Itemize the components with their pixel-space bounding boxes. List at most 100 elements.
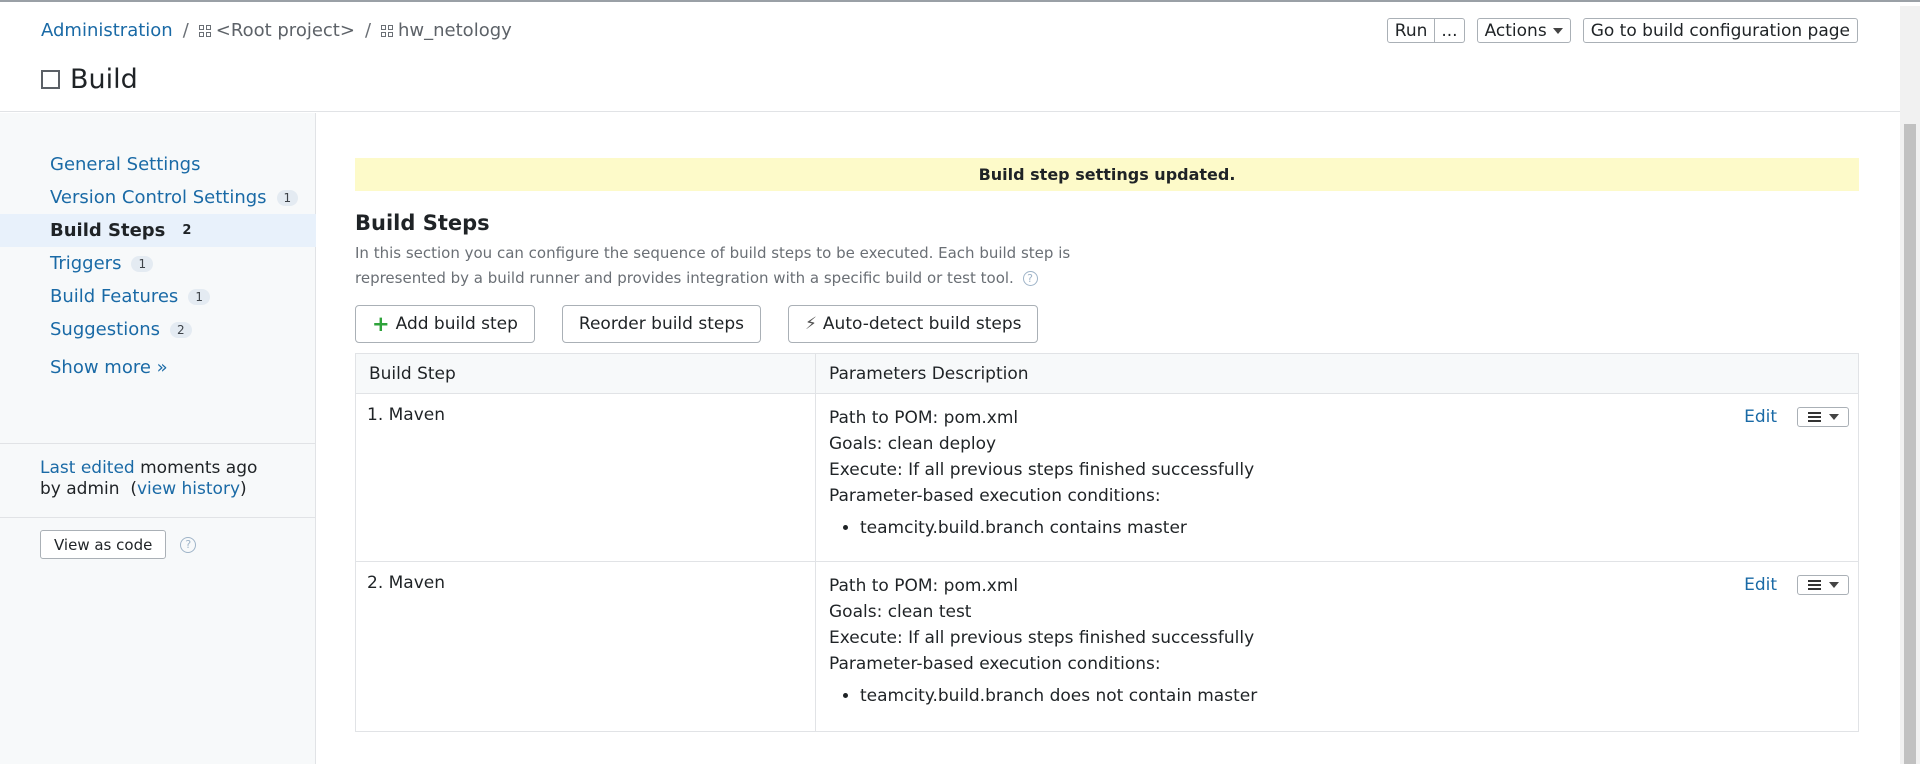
project-icon [198, 24, 211, 37]
reorder-build-steps-button[interactable]: Reorder build steps [561, 305, 761, 343]
add-build-step-label: Add build step [395, 314, 518, 334]
sidebar-divider [0, 443, 316, 444]
param-execute: Execute: If all previous steps finished … [829, 460, 1255, 480]
last-edited-info: Last edited moments ago by admin (view h… [40, 458, 257, 500]
section-title: Build Steps [355, 211, 490, 235]
last-edited-time: moments ago [140, 458, 258, 478]
sidebar-divider [0, 517, 316, 518]
auto-detect-build-steps-button[interactable]: ⚡ Auto-detect build steps [787, 305, 1039, 343]
sidebar-item-label: Build Features [50, 286, 179, 307]
param-pom: Path to POM: pom.xml [829, 576, 1019, 596]
chevron-down-icon [1552, 27, 1563, 34]
breadcrumb-root-project[interactable]: <Root project> [198, 20, 355, 41]
row-actions: Edit [1744, 404, 1849, 430]
param-execute: Execute: If all previous steps finished … [829, 628, 1255, 648]
breadcrumb-administration[interactable]: Administration [41, 20, 173, 41]
help-icon[interactable]: ? [180, 536, 197, 553]
sidebar-item-label: Suggestions [50, 319, 160, 340]
help-icon[interactable]: ? [1022, 271, 1038, 286]
build-steps-table: Build Step Parameters Description 1. Mav… [355, 353, 1859, 732]
edit-link[interactable]: Edit [1744, 572, 1777, 598]
row-actions: Edit [1744, 572, 1849, 598]
sidebar-item-triggers[interactable]: Triggers 1 [0, 247, 316, 280]
row-menu-button[interactable] [1797, 407, 1849, 427]
build-step-name: 1. Maven [355, 393, 816, 562]
view-history-open-paren: ( [130, 479, 137, 499]
breadcrumb-root-label: <Root project> [215, 20, 355, 41]
sidebar-item-build-steps[interactable]: Build Steps 2 [0, 214, 316, 247]
scrollbar-thumb[interactable] [1904, 124, 1916, 764]
sidebar-item-label: General Settings [50, 154, 201, 175]
page-header: Administration / <Root project> / hw_net… [0, 6, 1900, 112]
count-badge: 1 [131, 255, 154, 272]
view-as-code-area: View as code ? [40, 530, 197, 559]
list-icon [1807, 412, 1821, 422]
build-step-actions: + Add build step Reorder build steps ⚡ A… [355, 305, 1039, 343]
sidebar-item-label: Triggers [50, 253, 122, 274]
breadcrumb-project[interactable]: hw_netology [381, 20, 512, 41]
sidebar-item-general-settings[interactable]: General Settings [0, 148, 316, 181]
param-goals: Goals: clean test [829, 602, 972, 622]
last-edited-by: by admin [40, 479, 120, 499]
build-step-name: 2. Maven [355, 561, 816, 732]
run-button[interactable]: Run [1386, 18, 1436, 43]
count-badge: 2 [170, 321, 192, 338]
actions-dropdown[interactable]: Actions [1476, 18, 1571, 43]
show-more-link[interactable]: Show more » [50, 357, 168, 378]
page-title-text: Build [70, 64, 138, 95]
column-header-parameters: Parameters Description [815, 353, 1859, 394]
section-description: In this section you can configure the se… [355, 241, 1155, 291]
table-header-row: Build Step Parameters Description [355, 353, 1859, 394]
add-build-step-button[interactable]: + Add build step [355, 305, 535, 343]
breadcrumb-project-label: hw_netology [398, 20, 512, 41]
sidebar-item-version-control[interactable]: Version Control Settings 1 [0, 181, 316, 214]
run-options-button[interactable]: ... [1435, 18, 1465, 43]
breadcrumb-separator: / [182, 20, 189, 41]
chevron-down-icon [1828, 414, 1839, 420]
param-pom: Path to POM: pom.xml [829, 408, 1019, 428]
count-badge: 1 [188, 288, 210, 305]
description-text: In this section you can configure the se… [355, 244, 1071, 287]
vertical-scrollbar[interactable] [1900, 6, 1920, 764]
edit-link[interactable]: Edit [1744, 404, 1777, 430]
condition-item: teamcity.build.branch contains master [860, 515, 1845, 541]
sidebar-item-build-features[interactable]: Build Features 1 [0, 280, 316, 313]
sidebar-item-suggestions[interactable]: Suggestions 2 [0, 313, 316, 346]
actions-label: Actions [1484, 20, 1547, 41]
table-row[interactable]: 2. Maven Path to POM: pom.xml Goals: cle… [355, 561, 1859, 732]
sidebar-nav: General Settings Version Control Setting… [0, 148, 316, 346]
sidebar: General Settings Version Control Setting… [0, 113, 316, 764]
run-button-group: Run ... [1386, 18, 1465, 43]
view-history-link[interactable]: view history [137, 479, 240, 499]
parameters-description: Path to POM: pom.xml Goals: clean deploy… [815, 393, 1859, 562]
param-conditions-title: Parameter-based execution conditions: [829, 486, 1161, 506]
column-header-build-step: Build Step [355, 353, 816, 394]
count-badge: 1 [276, 189, 299, 206]
condition-item: teamcity.build.branch does not contain m… [860, 683, 1845, 709]
conditions-list: teamcity.build.branch does not contain m… [860, 683, 1845, 709]
param-goals: Goals: clean deploy [829, 434, 997, 454]
header-buttons: Run ... Actions Go to build configuratio… [1386, 18, 1858, 43]
view-history-close-paren: ) [240, 479, 247, 499]
build-config-icon [41, 70, 60, 89]
row-menu-button[interactable] [1797, 575, 1849, 595]
plus-icon: + [372, 312, 390, 336]
goto-build-config-button[interactable]: Go to build configuration page [1582, 18, 1858, 43]
breadcrumb-separator: / [364, 20, 372, 41]
page-title: Build [41, 64, 138, 95]
auto-detect-label: Auto-detect build steps [822, 314, 1022, 334]
table-row[interactable]: 1. Maven Path to POM: pom.xml Goals: cle… [355, 393, 1859, 562]
view-as-code-button[interactable]: View as code [40, 530, 167, 559]
chevron-down-icon [1828, 582, 1839, 588]
project-icon [381, 24, 394, 37]
parameters-description: Path to POM: pom.xml Goals: clean test E… [815, 561, 1859, 732]
magic-wand-icon: ⚡ [804, 314, 817, 334]
count-badge: 2 [182, 223, 192, 238]
breadcrumb: Administration / <Root project> / hw_net… [41, 20, 512, 41]
last-edited-link[interactable]: Last edited [40, 458, 135, 478]
param-conditions-title: Parameter-based execution conditions: [829, 654, 1161, 674]
flash-message: Build step settings updated. [355, 158, 1859, 191]
sidebar-item-label: Version Control Settings [50, 187, 267, 208]
conditions-list: teamcity.build.branch contains master [860, 515, 1845, 541]
list-icon [1807, 580, 1821, 590]
